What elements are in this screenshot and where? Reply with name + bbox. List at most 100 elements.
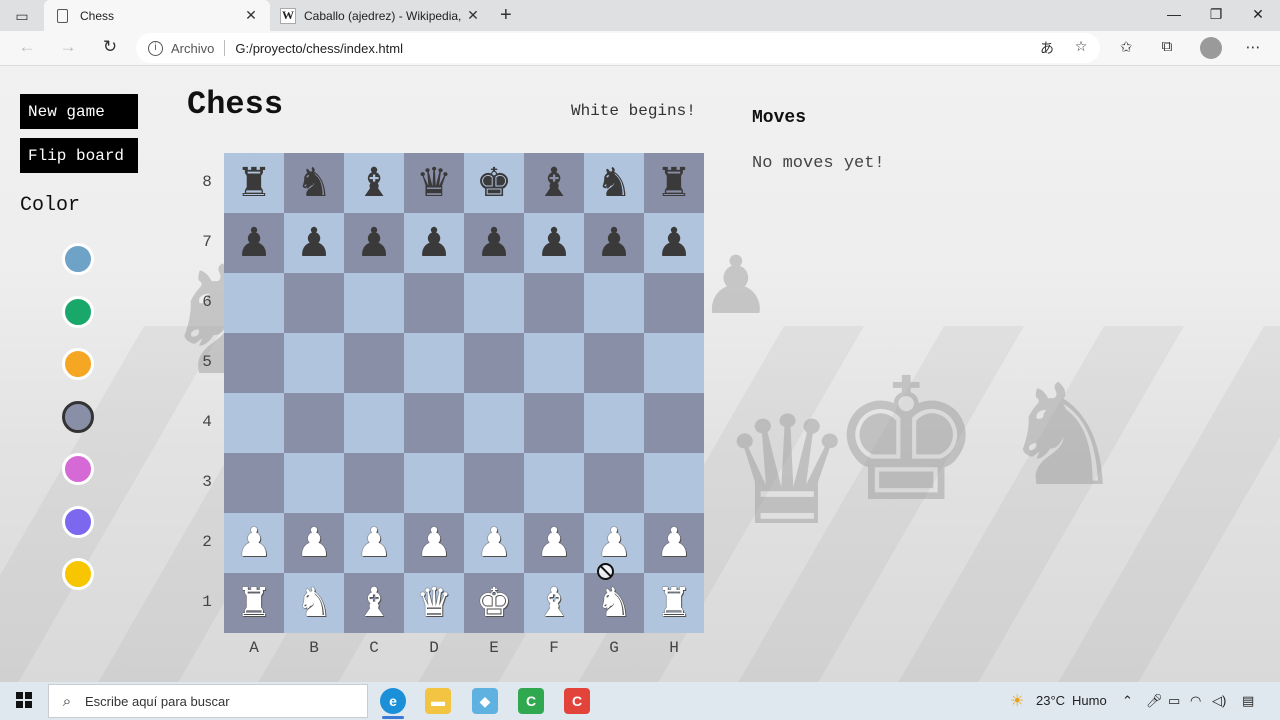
square-f7[interactable]: ♟ <box>524 213 584 273</box>
notifications-icon[interactable]: ▤ <box>1242 693 1254 709</box>
square-b1[interactable]: ♞ <box>284 573 344 633</box>
square-a5[interactable] <box>224 333 284 393</box>
square-f8[interactable]: ♝ <box>524 153 584 213</box>
white-pawn-icon[interactable]: ♟ <box>356 523 392 563</box>
square-f3[interactable] <box>524 453 584 513</box>
square-c3[interactable] <box>344 453 404 513</box>
square-h3[interactable] <box>644 453 704 513</box>
square-h8[interactable]: ♜ <box>644 153 704 213</box>
square-c2[interactable]: ♟ <box>344 513 404 573</box>
square-g3[interactable] <box>584 453 644 513</box>
color-swatch[interactable] <box>62 243 94 275</box>
color-swatch[interactable] <box>62 348 94 380</box>
white-pawn-icon[interactable]: ♟ <box>416 523 452 563</box>
square-f2[interactable]: ♟ <box>524 513 584 573</box>
white-pawn-icon[interactable]: ♟ <box>236 523 272 563</box>
square-a7[interactable]: ♟ <box>224 213 284 273</box>
square-h5[interactable] <box>644 333 704 393</box>
refresh-icon[interactable]: ↻ <box>99 37 121 57</box>
square-d8[interactable]: ♛ <box>404 153 464 213</box>
tab-actions-icon[interactable]: ▭ <box>10 6 34 26</box>
square-h6[interactable] <box>644 273 704 333</box>
favorites-icon[interactable]: ✩ <box>1115 38 1137 56</box>
square-a3[interactable] <box>224 453 284 513</box>
square-g4[interactable] <box>584 393 644 453</box>
battery-icon[interactable]: ▭ <box>1168 693 1180 709</box>
black-bishop-icon[interactable]: ♝ <box>356 163 392 203</box>
white-pawn-icon[interactable]: ♟ <box>296 523 332 563</box>
square-h1[interactable]: ♜ <box>644 573 704 633</box>
black-king-icon[interactable]: ♚ <box>476 163 512 203</box>
tab-chess[interactable]: Chess ✕ <box>44 0 270 31</box>
square-b8[interactable]: ♞ <box>284 153 344 213</box>
black-pawn-icon[interactable]: ♟ <box>356 223 392 263</box>
square-b5[interactable] <box>284 333 344 393</box>
back-icon[interactable]: ← <box>16 37 38 57</box>
square-d2[interactable]: ♟ <box>404 513 464 573</box>
square-b3[interactable] <box>284 453 344 513</box>
square-c6[interactable] <box>344 273 404 333</box>
square-c1[interactable]: ♝ <box>344 573 404 633</box>
black-pawn-icon[interactable]: ♟ <box>596 223 632 263</box>
read-aloud-icon[interactable]: あ <box>1036 38 1058 58</box>
square-d4[interactable] <box>404 393 464 453</box>
white-pawn-icon[interactable]: ♟ <box>596 523 632 563</box>
close-tab-icon[interactable]: ✕ <box>464 7 482 24</box>
black-pawn-icon[interactable]: ♟ <box>416 223 452 263</box>
white-rook-icon[interactable]: ♜ <box>656 583 692 623</box>
square-c4[interactable] <box>344 393 404 453</box>
square-a6[interactable] <box>224 273 284 333</box>
black-pawn-icon[interactable]: ♟ <box>236 223 272 263</box>
close-tab-icon[interactable]: ✕ <box>242 7 260 24</box>
square-f6[interactable] <box>524 273 584 333</box>
windows-start-icon[interactable] <box>16 692 32 708</box>
square-e2[interactable]: ♟ <box>464 513 524 573</box>
square-c8[interactable]: ♝ <box>344 153 404 213</box>
color-swatch[interactable] <box>62 453 94 485</box>
square-e6[interactable] <box>464 273 524 333</box>
forward-icon[interactable]: → <box>57 37 79 57</box>
square-e5[interactable] <box>464 333 524 393</box>
network-icon[interactable]: ◠ <box>1190 693 1201 709</box>
square-d7[interactable]: ♟ <box>404 213 464 273</box>
info-icon[interactable]: i <box>148 40 163 56</box>
black-queen-icon[interactable]: ♛ <box>416 163 452 203</box>
white-pawn-icon[interactable]: ♟ <box>476 523 512 563</box>
color-swatch[interactable] <box>62 505 94 538</box>
white-bishop-icon[interactable]: ♝ <box>356 583 392 623</box>
square-a2[interactable]: ♟ <box>224 513 284 573</box>
chevron-up-icon[interactable]: ⌃ <box>1122 693 1133 709</box>
black-bishop-icon[interactable]: ♝ <box>536 163 572 203</box>
white-pawn-icon[interactable]: ♟ <box>536 523 572 563</box>
editor-icon[interactable]: C <box>564 688 590 714</box>
black-pawn-icon[interactable]: ♟ <box>536 223 572 263</box>
square-c5[interactable] <box>344 333 404 393</box>
address-bar[interactable]: i Archivo G:/proyecto/chess/index.html <box>136 33 1100 63</box>
square-d5[interactable] <box>404 333 464 393</box>
white-pawn-icon[interactable]: ♟ <box>656 523 692 563</box>
square-f5[interactable] <box>524 333 584 393</box>
black-knight-icon[interactable]: ♞ <box>596 163 632 203</box>
square-g5[interactable] <box>584 333 644 393</box>
microphone-icon[interactable]: 🎤︎ <box>1146 693 1163 709</box>
square-a4[interactable] <box>224 393 284 453</box>
square-b4[interactable] <box>284 393 344 453</box>
file-explorer-icon[interactable]: ▬ <box>425 688 451 714</box>
square-d6[interactable] <box>404 273 464 333</box>
weather-icon[interactable]: ☀ <box>1010 691 1024 711</box>
square-g8[interactable]: ♞ <box>584 153 644 213</box>
square-e7[interactable]: ♟ <box>464 213 524 273</box>
maximize-icon[interactable]: ❐ <box>1206 6 1226 23</box>
square-e1[interactable]: ♚ <box>464 573 524 633</box>
square-b2[interactable]: ♟ <box>284 513 344 573</box>
square-g1[interactable]: ♞ <box>584 573 644 633</box>
square-d3[interactable] <box>404 453 464 513</box>
minimize-icon[interactable]: — <box>1164 6 1184 22</box>
volume-icon[interactable]: ◁) <box>1212 693 1226 709</box>
square-b7[interactable]: ♟ <box>284 213 344 273</box>
new-tab-icon[interactable]: + <box>500 4 512 27</box>
flip-board-button[interactable]: Flip board <box>20 138 138 173</box>
square-d1[interactable]: ♛ <box>404 573 464 633</box>
add-favorite-icon[interactable]: ☆ <box>1070 38 1092 55</box>
black-rook-icon[interactable]: ♜ <box>236 163 272 203</box>
